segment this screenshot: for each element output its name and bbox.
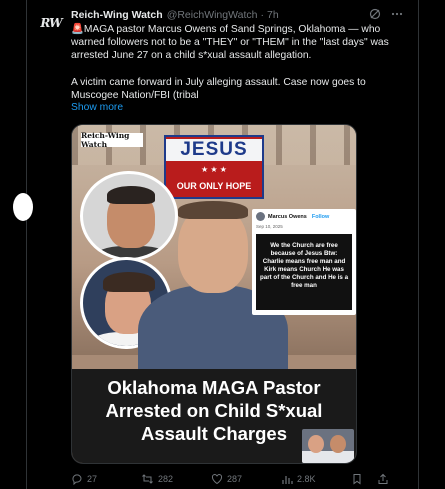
- card-author: Marcus Owens: [268, 213, 307, 220]
- reply-count: 27: [87, 474, 98, 484]
- card-follow: Follow: [311, 213, 330, 220]
- views-count: 2.8K: [297, 474, 316, 484]
- reply-button[interactable]: 27: [71, 473, 141, 485]
- views-icon: [281, 473, 293, 485]
- social-post-screenshot: Marcus Owens Follow Sep 10, 2025 We the …: [252, 209, 356, 315]
- like-count: 287: [227, 474, 243, 484]
- banner-bottom-text: OUR ONLY HOPE: [176, 181, 252, 191]
- reply-icon: [71, 473, 83, 485]
- tweet-media[interactable]: JESUS ★ ★ ★ OUR ONLY HOPE Reich-Wing Wat…: [71, 124, 357, 464]
- share-button[interactable]: [377, 473, 397, 485]
- card-text: We the Church are free because of Jesus …: [256, 234, 352, 310]
- more-icon[interactable]: [391, 8, 403, 20]
- user-handle[interactable]: @ReichWingWatch: [167, 9, 258, 21]
- card-date: Sep 10, 2025: [256, 224, 283, 229]
- tweet-actions: 27 282 287 2.8K: [71, 472, 411, 486]
- repost-count: 282: [158, 474, 174, 484]
- bookmark-button[interactable]: [351, 473, 377, 485]
- jesus-banner: JESUS ★ ★ ★ OUR ONLY HOPE: [164, 135, 264, 199]
- repost-button[interactable]: 282: [141, 473, 211, 485]
- tweet-paragraph-2: A victim came forward in July alleging a…: [71, 76, 366, 101]
- tweet-header: Reich-Wing Watch @ReichWingWatch · 7h: [71, 8, 411, 22]
- banner-stars: ★ ★ ★: [201, 165, 227, 174]
- repost-icon: [141, 473, 154, 485]
- like-icon: [211, 473, 223, 485]
- card-avatar: [256, 212, 265, 221]
- header-actions: [369, 8, 403, 20]
- inset-photo: [302, 429, 354, 463]
- timestamp[interactable]: 7h: [267, 9, 279, 21]
- grok-icon[interactable]: [369, 8, 381, 20]
- avatar[interactable]: RW: [37, 9, 65, 37]
- card-header: Marcus Owens Follow: [252, 209, 356, 224]
- bookmark-icon: [351, 473, 363, 485]
- show-more-link[interactable]: Show more: [71, 102, 123, 113]
- scroll-nav-button[interactable]: [13, 193, 33, 221]
- views-button[interactable]: 2.8K: [281, 473, 351, 485]
- display-name[interactable]: Reich-Wing Watch: [71, 9, 163, 21]
- brand-tag: Reich-Wing Watch: [81, 131, 143, 149]
- separator: ·: [260, 9, 264, 21]
- like-button[interactable]: 287: [211, 473, 281, 485]
- banner-main-text: JESUS: [166, 139, 262, 161]
- tweet-paragraph-1: 🚨MAGA pastor Marcus Owens of Sand Spring…: [71, 24, 389, 62]
- share-icon: [377, 473, 389, 485]
